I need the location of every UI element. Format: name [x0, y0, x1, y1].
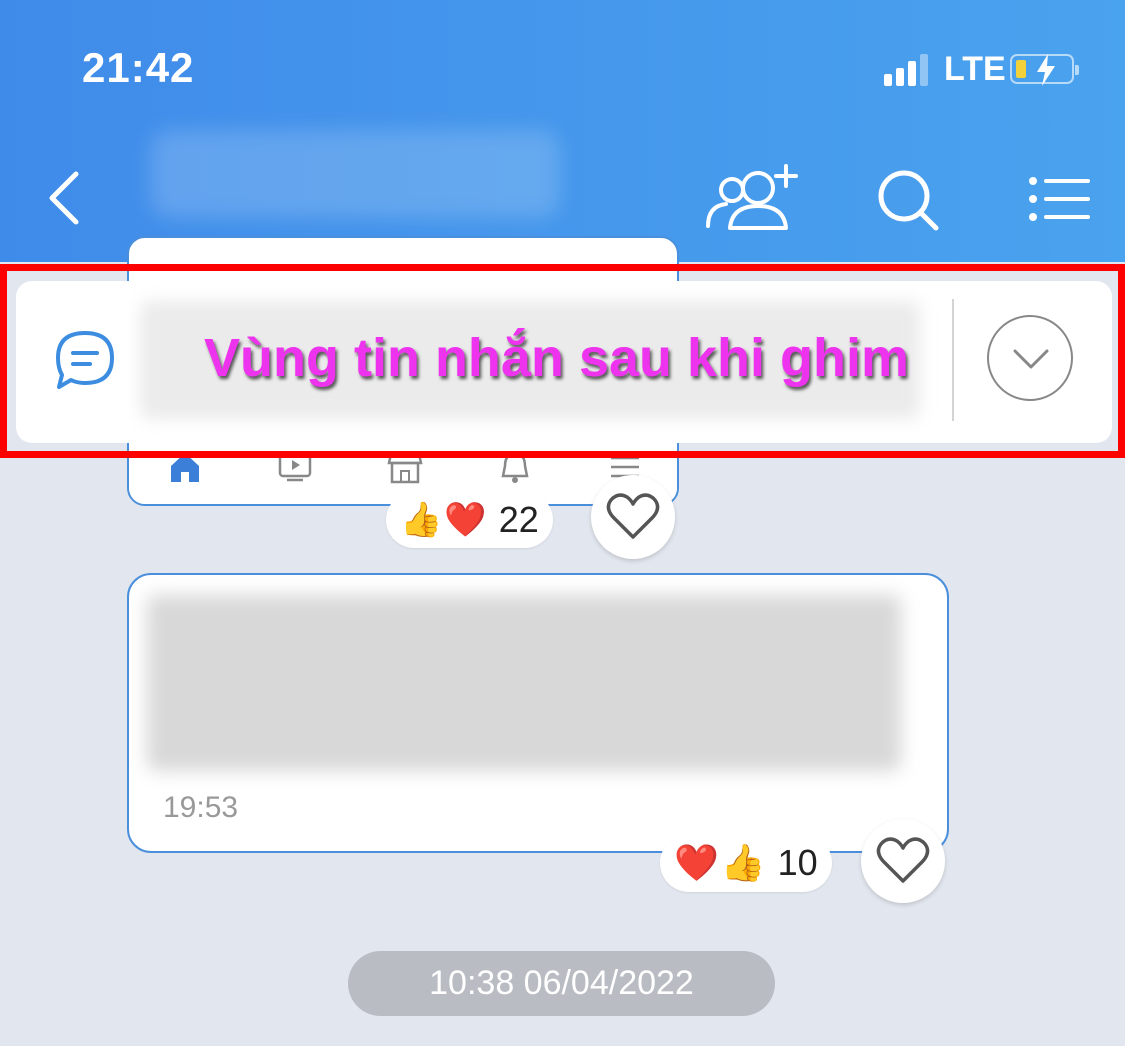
- reaction-count: 10: [777, 842, 818, 883]
- message-content-blurred: [147, 595, 901, 771]
- search-button[interactable]: [876, 168, 940, 232]
- reaction-heart: ❤️: [444, 501, 487, 539]
- status-time: 21:42: [82, 44, 195, 91]
- battery-icon: [1010, 54, 1079, 86]
- reaction-like: 👍: [400, 501, 443, 539]
- react-button[interactable]: [861, 819, 945, 903]
- add-user-icon: [706, 164, 798, 230]
- chat-title-blurred: [150, 130, 560, 218]
- react-button[interactable]: [591, 475, 675, 559]
- reaction-heart: ❤️: [674, 842, 719, 883]
- signal-icon: [884, 52, 934, 86]
- heart-outline-icon: [606, 493, 660, 539]
- date-separator: 10:38 06/04/2022: [348, 951, 775, 1016]
- list-menu-icon: [1029, 177, 1090, 221]
- reaction-summary[interactable]: ❤️ 👍 10: [660, 834, 832, 892]
- highlight-frame: [0, 264, 1125, 458]
- reaction-like: 👍: [720, 842, 766, 883]
- message-time: 19:53: [163, 791, 239, 824]
- add-member-button[interactable]: [702, 162, 802, 234]
- back-button[interactable]: [44, 170, 84, 226]
- chevron-left-icon: [49, 171, 79, 225]
- network-label: LTE: [944, 50, 1006, 88]
- text-message[interactable]: 19:53: [127, 573, 949, 853]
- menu-button[interactable]: [1028, 176, 1092, 222]
- heart-outline-icon: [876, 837, 930, 883]
- reaction-summary[interactable]: 👍 ❤️ 22: [386, 492, 553, 548]
- reaction-count: 22: [498, 499, 539, 540]
- chat-header: 21:42 LTE: [0, 0, 1125, 262]
- search-icon: [878, 170, 939, 231]
